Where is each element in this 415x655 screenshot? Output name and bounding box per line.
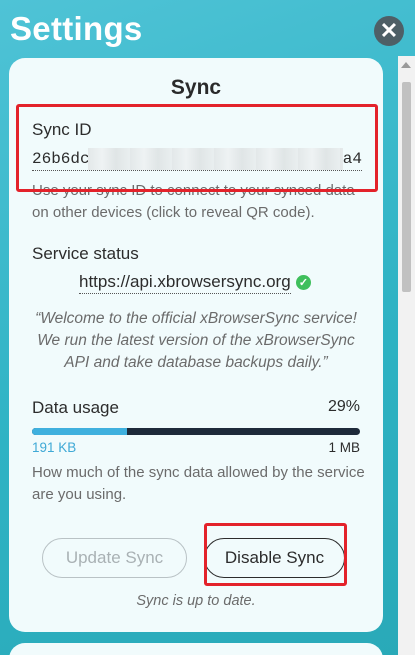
data-usage-used: 191 KB [32,440,77,455]
data-usage-bar-fill [32,428,128,435]
next-panel [9,643,383,655]
highlight-disable-button [204,523,347,586]
service-status-label: Service status [32,244,139,263]
service-url-link[interactable]: https://api.xbrowsersync.org [79,272,291,294]
check-circle-icon: ✓ [296,275,311,290]
highlight-sync-id [16,104,378,192]
data-usage-max: 1 MB [328,440,360,455]
service-message: “Welcome to the official xBrowserSync se… [35,310,357,371]
data-usage-percent: 29% [327,398,360,415]
sync-status: Sync is up to date. [136,593,256,609]
scroll-up-arrow-icon[interactable] [401,62,411,68]
scroll-thumb[interactable] [402,82,411,292]
panel-title: Sync [170,76,222,99]
data-usage-help: How much of the sync data allowed by the… [32,464,365,503]
data-usage-bar [32,428,360,435]
scrollbar[interactable] [398,56,415,655]
data-usage-label: Data usage [32,398,119,417]
page-title: Settings [10,10,143,47]
close-icon[interactable]: ✕ [374,16,404,46]
update-sync-button[interactable]: Update Sync [42,538,187,578]
